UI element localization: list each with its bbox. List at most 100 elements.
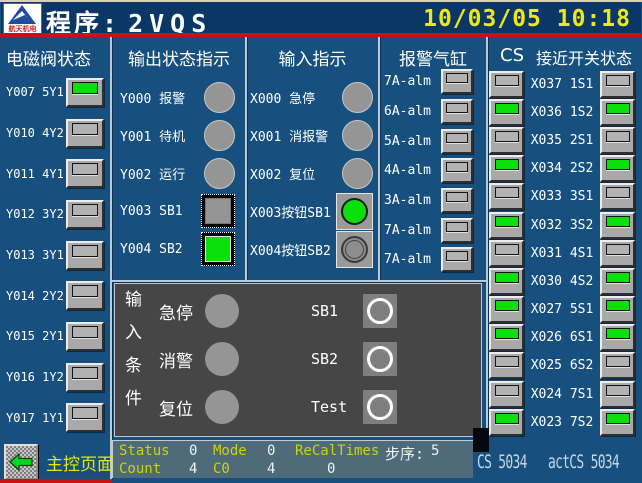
lamp-on bbox=[495, 159, 519, 170]
proximity-indicator-x023 bbox=[600, 409, 635, 436]
alarm-indicator-0 bbox=[441, 69, 473, 94]
lamp-on bbox=[606, 272, 630, 283]
main-page-button[interactable]: 主控页面 bbox=[4, 444, 114, 480]
proximity-panel-title: 接近开关状态 bbox=[536, 45, 632, 69]
condition-row: 急停 bbox=[159, 294, 239, 328]
input-label: X004按钮SB2 bbox=[250, 240, 336, 259]
proximity-row: X026 6S1 bbox=[487, 324, 640, 352]
input-lamp-x003 bbox=[336, 193, 373, 230]
output-row: Y004 SB2 bbox=[113, 230, 245, 268]
lamp-on bbox=[495, 300, 519, 311]
proximity-indicator-x024 bbox=[600, 381, 635, 408]
valve-row: Y010 4Y2 bbox=[0, 113, 110, 154]
condition-label: 急停 bbox=[159, 299, 205, 324]
mode-label: Mode bbox=[213, 443, 247, 459]
count-value: 4 bbox=[189, 461, 197, 477]
input-lamp-x001 bbox=[342, 120, 373, 151]
proximity-indicator-x035 bbox=[600, 127, 635, 154]
input-row: X000 急停 bbox=[247, 78, 378, 116]
output-label: Y000 报警 bbox=[120, 88, 204, 107]
condition-lamp-0 bbox=[205, 294, 239, 328]
valve-label: Y015 2Y1 bbox=[6, 329, 66, 343]
panel-corner bbox=[473, 428, 489, 452]
output-row: Y000 报警 bbox=[113, 78, 245, 116]
valve-row: Y016 1Y2 bbox=[0, 357, 110, 398]
condition-label: 复位 bbox=[159, 395, 205, 420]
condition-row: SB1 bbox=[311, 294, 397, 328]
ring bbox=[367, 394, 393, 420]
lamp-off bbox=[495, 131, 519, 142]
cs-indicator-x025 bbox=[489, 352, 524, 379]
lamp-off bbox=[606, 75, 630, 86]
lamp-on bbox=[606, 413, 630, 424]
lamp-fill bbox=[205, 236, 231, 262]
lamp-on bbox=[606, 159, 630, 170]
alarm-indicator-1 bbox=[441, 99, 473, 124]
lamp-off bbox=[72, 163, 98, 175]
cs-indicator-x026 bbox=[489, 324, 524, 351]
lamp-off bbox=[495, 187, 519, 198]
alarm-label: 5A-alm bbox=[384, 134, 441, 149]
cs-column-title: CS bbox=[490, 45, 534, 66]
valve-row: Y012 3Y2 bbox=[0, 194, 110, 235]
input-lamp-x002 bbox=[342, 158, 373, 189]
output-label: Y004 SB2 bbox=[120, 242, 201, 257]
divider bbox=[112, 280, 486, 282]
proximity-indicator-x036 bbox=[600, 99, 635, 126]
lamp-circle bbox=[341, 198, 368, 225]
alarm-row: 5A-alm bbox=[380, 126, 486, 156]
datetime-display: 10/03/05 10:18 bbox=[423, 6, 631, 32]
lamp-on bbox=[72, 82, 98, 94]
cs-indicator-x033 bbox=[489, 183, 524, 210]
proximity-indicator-x027 bbox=[600, 296, 635, 323]
lamp-on bbox=[606, 216, 630, 227]
input-panel-title: 输入指示 bbox=[247, 45, 378, 70]
input-label: X001 消报警 bbox=[250, 126, 342, 145]
lamp-off bbox=[72, 245, 98, 257]
valve-indicator-y013 bbox=[66, 241, 104, 270]
proximity-indicator-x037 bbox=[600, 71, 635, 98]
lamp-off bbox=[606, 244, 630, 255]
output-lamp-y002 bbox=[204, 158, 235, 189]
condition-ring-lamp-1 bbox=[363, 342, 397, 376]
alarm-row: 7A-alm bbox=[380, 245, 486, 275]
cs-counter: CS 5034 bbox=[477, 451, 527, 473]
proximity-row: X024 7S1 bbox=[487, 380, 640, 408]
proximity-row: X033 3S1 bbox=[487, 183, 640, 211]
input-row: X002 复位 bbox=[247, 154, 378, 192]
lamp-off bbox=[72, 367, 98, 379]
condition-label: SB1 bbox=[311, 302, 363, 320]
alarm-label: 4A-alm bbox=[384, 163, 441, 178]
cs-indicator-x035 bbox=[489, 127, 524, 154]
alarm-row: 7A-alm bbox=[380, 67, 486, 97]
valve-label: Y007 5Y1 bbox=[6, 85, 66, 99]
valve-indicator-y012 bbox=[66, 200, 104, 229]
lamp-off bbox=[606, 187, 630, 198]
input-row: X003按钮SB1 bbox=[247, 192, 378, 230]
lamp-off bbox=[72, 407, 98, 419]
lamp-fill bbox=[205, 198, 231, 224]
lamp-off bbox=[72, 326, 98, 338]
lamp-off bbox=[446, 222, 468, 232]
proximity-row: X035 2S1 bbox=[487, 126, 640, 154]
cs-indicator-x030 bbox=[489, 268, 524, 295]
proximity-indicator-x033 bbox=[600, 183, 635, 210]
valve-row: Y017 1Y1 bbox=[0, 398, 110, 439]
alarm-indicator-3 bbox=[441, 158, 473, 183]
cs-indicator-x037 bbox=[489, 71, 524, 98]
output-lamp-y004 bbox=[201, 232, 235, 266]
condition-row: SB2 bbox=[311, 342, 397, 376]
lamp-off bbox=[446, 133, 468, 143]
proximity-row: X027 5S1 bbox=[487, 296, 640, 324]
company-logo: 航天机电 bbox=[3, 3, 42, 34]
proximity-label: X030 4S2 bbox=[531, 274, 594, 289]
input-status-list: X000 急停 X001 消报警 X002 复位X003按钮SB1 X004按钮SB2 bbox=[247, 78, 378, 268]
lamp-off bbox=[446, 251, 468, 261]
lamp-off bbox=[72, 204, 98, 216]
condition-title-char: 件 bbox=[125, 390, 142, 409]
alarm-row: 3A-alm bbox=[380, 186, 486, 216]
proximity-indicator-x034 bbox=[600, 155, 635, 182]
proximity-label: X027 5S1 bbox=[531, 302, 594, 317]
step-label: 步序: bbox=[385, 443, 424, 464]
proximity-label: X037 1S1 bbox=[531, 77, 594, 92]
